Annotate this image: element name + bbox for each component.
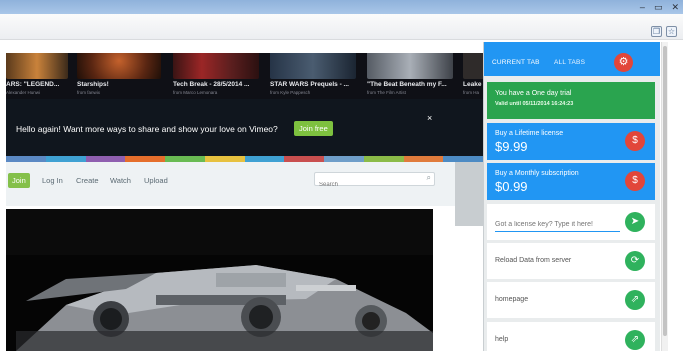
- monthly-subscription-title: Buy a Monthly subscription: [495, 170, 579, 177]
- video-thumbnail[interactable]: [173, 53, 259, 79]
- license-key-card: ➤: [487, 204, 655, 240]
- extension-popup: CURRENT TAB ALL TABS ⚙ You have a One da…: [483, 42, 660, 351]
- video-player[interactable]: [6, 209, 433, 351]
- video-title[interactable]: Starships!: [77, 81, 109, 88]
- video-thumbnail[interactable]: [367, 53, 453, 79]
- monthly-subscription-card[interactable]: Buy a Monthly subscription $0.99 $: [487, 163, 655, 200]
- tab-current-tab[interactable]: CURRENT TAB: [492, 59, 540, 66]
- browser-window: – ▭ ✕ ❐ ☆ ARS: "LEGEND... Alexander Hunw…: [0, 0, 683, 351]
- close-button[interactable]: ✕: [671, 1, 679, 13]
- browser-toolbar: ❐ ☆: [0, 14, 683, 40]
- video-title[interactable]: ARS: "LEGEND...: [6, 81, 59, 88]
- trial-valid-until: Valid until 05/11/2014 16:24:23: [495, 101, 574, 107]
- minimize-button[interactable]: –: [640, 1, 645, 13]
- video-author: Alexander Hunwi: [6, 90, 41, 95]
- help-label: help: [495, 336, 509, 343]
- trial-title: You have a One day trial: [495, 90, 572, 97]
- video-thumbnail[interactable]: [6, 53, 68, 79]
- site-nav: Join Log In Create Watch Upload ⌕: [6, 162, 455, 206]
- popup-header: CURRENT TAB ALL TABS ⚙: [484, 42, 660, 76]
- video-thumbnail[interactable]: [270, 53, 356, 79]
- nav-link-login[interactable]: Log In: [42, 176, 63, 185]
- homepage-label: homepage: [495, 296, 529, 303]
- license-key-input[interactable]: [495, 218, 620, 232]
- lifetime-price: $9.99: [495, 139, 528, 154]
- close-icon[interactable]: ×: [427, 113, 432, 123]
- video-author: from Kyle Pappesch: [270, 90, 311, 95]
- open-external-icon[interactable]: ⇗: [625, 330, 645, 350]
- video-thumbnail[interactable]: [463, 53, 483, 79]
- send-icon[interactable]: ➤: [625, 212, 645, 232]
- refresh-icon[interactable]: ⟳: [625, 251, 645, 271]
- nav-link-create[interactable]: Create: [76, 176, 99, 185]
- video-title[interactable]: "The Beat Beneath my F...: [367, 81, 447, 88]
- video-author: from fanwix: [77, 90, 101, 95]
- nav-link-upload[interactable]: Upload: [144, 176, 168, 185]
- trial-card: You have a One day trial Valid until 05/…: [487, 82, 655, 119]
- window-controls: – ▭ ✕: [640, 1, 679, 13]
- title-bar: – ▭ ✕: [0, 0, 683, 14]
- video-thumbnail[interactable]: [77, 53, 161, 79]
- video-title[interactable]: Leake: [463, 81, 481, 88]
- video-title[interactable]: STAR WARS Prequels - ...: [270, 81, 349, 88]
- join-button[interactable]: Join: [8, 173, 30, 188]
- lifetime-license-title: Buy a Lifetime license: [495, 130, 564, 137]
- banner-message: Hello again! Want more ways to share and…: [16, 124, 278, 134]
- video-author: from Ha: [463, 90, 480, 95]
- monthly-price: $0.99: [495, 179, 528, 194]
- search-icon[interactable]: ⌕: [427, 173, 431, 183]
- feedback-side-tab[interactable]: [455, 162, 483, 226]
- dollar-icon[interactable]: $: [625, 131, 645, 151]
- scrollbar-thumb[interactable]: [663, 46, 667, 336]
- lifetime-license-card[interactable]: Buy a Lifetime license $9.99 $: [487, 123, 655, 160]
- open-external-icon[interactable]: ⇗: [625, 290, 645, 310]
- nav-link-watch[interactable]: Watch: [110, 176, 131, 185]
- reload-data-card[interactable]: Reload Data from server ⟳: [487, 243, 655, 279]
- extension-copy-icon[interactable]: ❐: [651, 26, 662, 37]
- join-banner: Hello again! Want more ways to share and…: [6, 99, 483, 156]
- video-author: from The Film Artist: [367, 90, 406, 95]
- video-strip: ARS: "LEGEND... Alexander Hunwi Starship…: [6, 53, 483, 99]
- dollar-icon[interactable]: $: [625, 171, 645, 191]
- search-input[interactable]: [315, 179, 415, 191]
- maximize-button[interactable]: ▭: [654, 1, 663, 13]
- bookmark-star-icon[interactable]: ☆: [666, 26, 677, 37]
- tab-all-tabs[interactable]: ALL TABS: [554, 59, 585, 66]
- help-card[interactable]: help ⇗: [487, 322, 655, 351]
- popup-scrollbar[interactable]: [661, 42, 668, 351]
- video-frame-image: [6, 209, 433, 351]
- reload-data-label: Reload Data from server: [495, 257, 572, 264]
- join-free-button[interactable]: Join free: [294, 121, 333, 136]
- homepage-card[interactable]: homepage ⇗: [487, 282, 655, 318]
- video-title[interactable]: Tech Break - 28/5/2014 ...: [173, 81, 249, 88]
- video-author: from Marco Lemonara: [173, 90, 218, 95]
- gear-icon[interactable]: ⚙: [614, 53, 633, 72]
- search-box: ⌕: [314, 172, 435, 191]
